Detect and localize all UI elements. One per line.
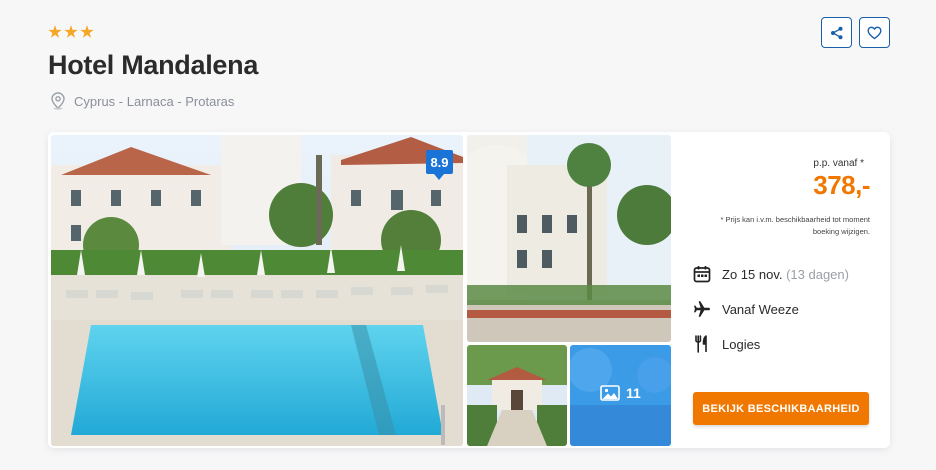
photo-count-badge[interactable]: 11	[600, 385, 641, 401]
travel-date-row: Zo 15 nov. (13 dagen)	[693, 265, 849, 283]
star-icon	[64, 25, 78, 38]
share-button[interactable]	[821, 17, 852, 48]
price-label: p.p. vanaf *	[813, 158, 864, 169]
board-row: Logies	[693, 335, 760, 353]
departure-airport: Vanaf Weeze	[722, 301, 799, 317]
departure-row: Vanaf Weeze	[693, 300, 799, 318]
heart-icon	[867, 26, 882, 39]
photo-count: 11	[626, 385, 641, 401]
hotel-name: Hotel Mandalena	[48, 50, 259, 80]
price-disclaimer: * Prijs kan i.v.m. beschikbaarheid tot m…	[720, 215, 870, 236]
location-pin-icon	[51, 92, 65, 110]
favorite-button[interactable]	[859, 17, 890, 48]
travel-duration: (13 dagen)	[786, 266, 849, 282]
rating-badge: 8.9	[426, 150, 453, 180]
airplane-icon	[694, 301, 710, 317]
hotel-location: Cyprus - Larnaca - Protaras	[50, 92, 234, 110]
star-icon	[80, 25, 94, 38]
hotel-card: 8.9 11 p.p. vanaf * 378,- * Prijs kan i.…	[48, 132, 890, 448]
travel-date: Zo 15 nov.	[722, 266, 783, 282]
star-icon	[48, 25, 62, 38]
calendar-icon	[693, 266, 711, 283]
cutlery-icon	[695, 335, 707, 353]
view-availability-button[interactable]: BEKIJK BESCHIKBAARHEID	[693, 392, 869, 425]
hotel-facade-photo[interactable]	[467, 135, 671, 342]
location-text: Cyprus - Larnaca - Protaras	[74, 93, 235, 109]
hotel-pool-photo[interactable]: 8.9	[51, 135, 463, 446]
share-icon	[830, 26, 842, 39]
board-type: Logies	[722, 336, 761, 352]
star-rating	[48, 25, 94, 39]
gallery-image-icon	[600, 385, 620, 401]
hotel-entrance-photo[interactable]	[467, 345, 567, 446]
price-value: 378,-	[813, 170, 870, 200]
